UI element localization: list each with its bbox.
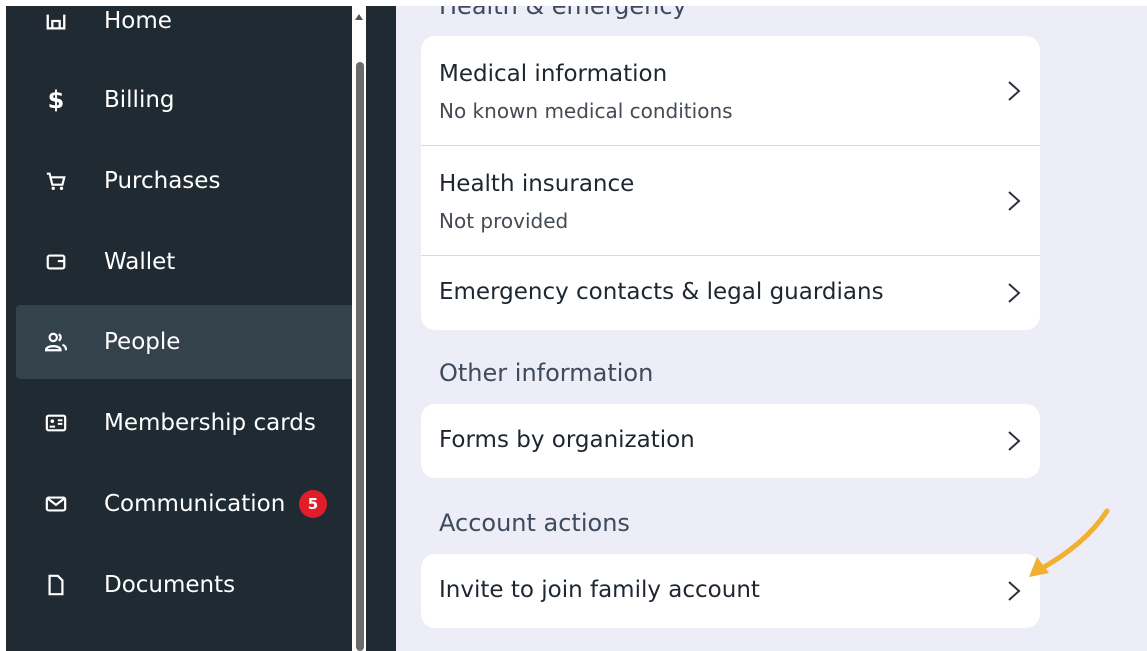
cart-icon <box>44 169 68 193</box>
medical-information-row[interactable]: Medical information No known medical con… <box>421 36 1040 146</box>
row-title: Invite to join family account <box>439 577 760 603</box>
annotation-arrow-icon <box>1029 508 1110 577</box>
sidebar-item-purchases[interactable]: Purchases <box>16 144 356 218</box>
sidebar-item-people[interactable]: People <box>16 305 356 379</box>
sidebar-item-label: Membership cards <box>104 410 316 436</box>
row-subtitle: Not provided <box>439 209 569 233</box>
forms-by-organization-row[interactable]: Forms by organization <box>421 404 1040 478</box>
scrollbar-thumb[interactable] <box>356 62 364 651</box>
sidebar-item-label: Communication <box>104 491 286 517</box>
chevron-right-icon <box>1008 283 1021 303</box>
account-actions-card: Invite to join family account <box>421 554 1040 628</box>
sidebar-item-wallet[interactable]: Wallet <box>16 225 356 299</box>
chevron-right-icon <box>1008 191 1021 211</box>
sidebar-item-label: Documents <box>104 572 236 598</box>
sidebar-item-label: Wallet <box>104 249 176 275</box>
row-subtitle: No known medical conditions <box>439 99 733 123</box>
sidebar: Home $ Billing Purchases Wallet People M… <box>6 6 396 651</box>
section-title-account-actions: Account actions <box>439 509 630 537</box>
sidebar-item-label: Home <box>104 8 172 34</box>
emergency-contacts-row[interactable]: Emergency contacts & legal guardians <box>421 256 1040 330</box>
health-card: Medical information No known medical con… <box>421 36 1040 330</box>
wallet-icon <box>44 250 68 274</box>
section-title-other-information: Other information <box>439 359 654 387</box>
sidebar-item-membership-cards[interactable]: Membership cards <box>16 386 356 460</box>
sidebar-item-label: Purchases <box>104 168 221 194</box>
id-card-icon <box>44 411 68 435</box>
sidebar-item-label: People <box>104 329 181 355</box>
people-icon <box>44 330 68 354</box>
document-icon <box>44 573 68 597</box>
sidebar-item-home[interactable]: Home <box>16 6 356 58</box>
invite-family-account-row[interactable]: Invite to join family account <box>421 554 1040 628</box>
other-information-card: Forms by organization <box>421 404 1040 478</box>
chevron-right-icon <box>1008 81 1021 101</box>
notification-badge: 5 <box>299 490 327 518</box>
sidebar-item-label: Billing <box>104 87 175 113</box>
row-title: Emergency contacts & legal guardians <box>439 279 884 305</box>
sidebar-item-communication[interactable]: Communication 5 <box>16 467 356 541</box>
sidebar-item-billing[interactable]: $ Billing <box>16 63 356 137</box>
row-title: Health insurance <box>439 171 635 197</box>
home-icon <box>44 9 68 33</box>
scroll-up-arrow-icon[interactable] <box>355 14 363 20</box>
chevron-right-icon <box>1008 431 1021 451</box>
sidebar-item-documents[interactable]: Documents <box>16 548 356 622</box>
row-title: Forms by organization <box>439 427 695 453</box>
dollar-icon: $ <box>47 86 65 114</box>
section-title-health: Health & emergency <box>439 6 687 20</box>
health-insurance-row[interactable]: Health insurance Not provided <box>421 146 1040 256</box>
row-title: Medical information <box>439 61 668 87</box>
mail-icon <box>44 492 68 516</box>
